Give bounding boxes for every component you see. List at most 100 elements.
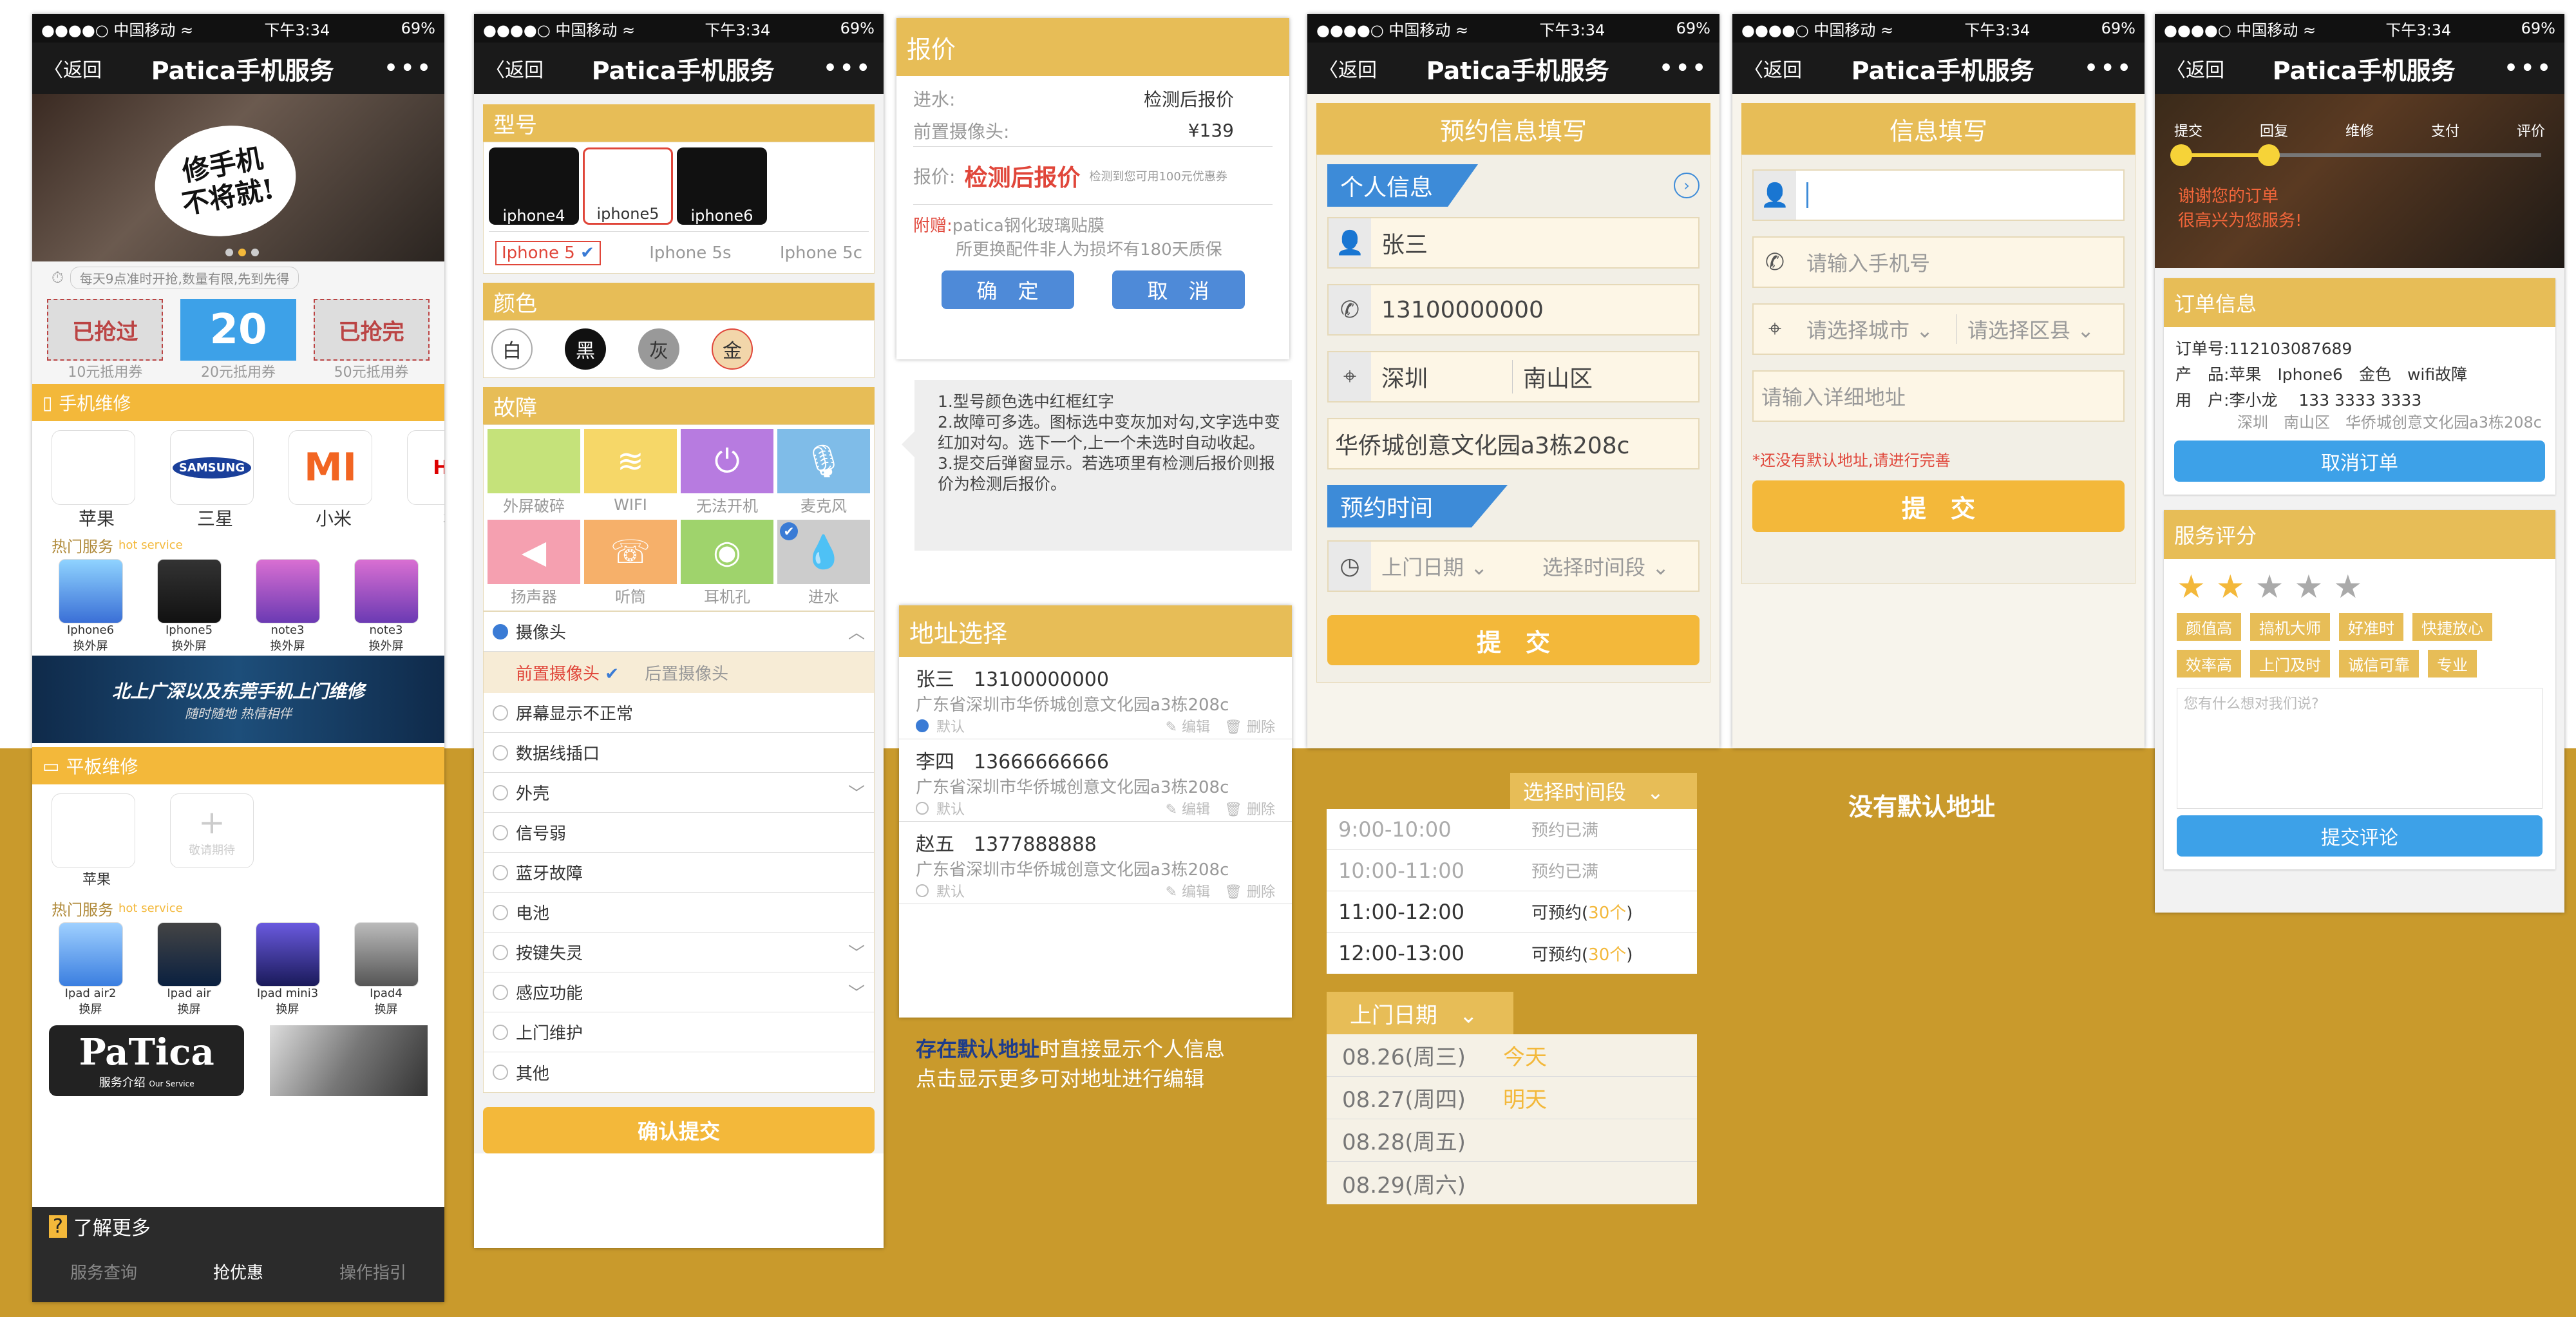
fault-item[interactable]: 其他 (484, 1052, 874, 1092)
chevron-right-circle-icon[interactable]: › (1674, 173, 1700, 198)
trash-icon[interactable]: 🗑 (1224, 719, 1247, 735)
fault-item[interactable]: 数据线插口 (484, 733, 874, 773)
variant-iphone5s[interactable]: Iphone 5s (649, 243, 731, 263)
fault-item[interactable]: 信号弱 (484, 813, 874, 853)
radio-checked[interactable] (916, 719, 929, 732)
name-field[interactable]: 👤 张三 (1327, 217, 1700, 269)
fault-item[interactable]: 外壳 ﹀ (484, 773, 874, 813)
fault-water[interactable]: 💧 ✔ 进水 (777, 520, 870, 607)
delete-label[interactable]: 删除 (1247, 884, 1275, 900)
quote-ok-button[interactable]: 确 定 (941, 270, 1074, 309)
district-select[interactable]: 请选择区县 ⌄ (1957, 314, 2094, 344)
cancel-order-button[interactable]: 取消订单 (2174, 441, 2545, 482)
more-button[interactable]: ••• (822, 53, 872, 83)
camera-rear[interactable]: 后置摄像头 (645, 661, 728, 685)
brand-intro[interactable]: PaTica 服务介绍 Our Service (32, 1019, 444, 1103)
back-button[interactable]: 〈返回 (1319, 54, 1377, 82)
radio[interactable] (916, 884, 929, 897)
date-dropdown-header[interactable]: 上门日期 ⌄ (1327, 992, 1513, 1034)
model-iphone6[interactable]: iphone6 (677, 147, 767, 225)
variant-iphone5[interactable]: Iphone 5 ✔ (495, 241, 601, 265)
delete-label[interactable]: 删除 (1247, 802, 1275, 818)
phone-field[interactable]: ✆ 13100000000 (1327, 284, 1700, 336)
hot-item[interactable]: Ipad air2 换屏 (52, 922, 129, 1019)
fault-item-camera[interactable]: 摄像头 ︿ (484, 612, 874, 652)
edit-label[interactable]: 编辑 (1182, 802, 1210, 818)
date-option[interactable]: 08.27(周四) 明天 (1327, 1077, 1697, 1119)
back-button[interactable]: 〈返回 (44, 54, 102, 82)
more-button[interactable]: ••• (2503, 53, 2553, 83)
color-black[interactable]: 黑 (565, 328, 606, 370)
fault-item[interactable]: 屏幕显示不正常 (484, 693, 874, 733)
delete-label[interactable]: 删除 (1247, 719, 1275, 735)
city-select[interactable]: 请选择城市 ⌄ (1796, 314, 1957, 344)
booking-submit-button[interactable]: 提 交 (1327, 615, 1700, 665)
coupon-50[interactable]: 已抢完 50元抵用券 (313, 299, 430, 381)
fault-wifi[interactable]: ≋ WIFI (584, 429, 677, 516)
fault-item[interactable]: 蓝牙故障 (484, 853, 874, 893)
star-filled-icon[interactable]: ★ (2216, 568, 2245, 605)
hot-item[interactable]: Ipad4 换屏 (348, 922, 425, 1019)
rating-tag[interactable]: 好准时 (2339, 613, 2403, 641)
date-option[interactable]: 08.26(周三) 今天 (1327, 1034, 1697, 1077)
info-submit-button[interactable]: 提 交 (1752, 480, 2125, 532)
hot-item[interactable]: Iphone6 换外屏 (52, 559, 129, 656)
color-gray[interactable]: 灰 (638, 328, 679, 370)
edit-label[interactable]: 编辑 (1182, 719, 1210, 735)
hot-item[interactable]: Ipad air 换屏 (151, 922, 228, 1019)
date-select[interactable]: 上门日期 ⌄ (1371, 551, 1532, 581)
edit-icon[interactable]: ✎ (1166, 719, 1182, 735)
back-button[interactable]: 〈返回 (2166, 54, 2224, 82)
more-button[interactable]: ••• (383, 53, 433, 83)
timeslot-option[interactable]: 11:00-12:00 可预约(30个) (1327, 891, 1697, 933)
address-item[interactable]: 李四 13666666666 广东省深圳市华侨城创意文化园a3栋208c 默认 ✎… (899, 739, 1292, 822)
fault-power[interactable]: ⏻ 无法开机 (681, 429, 773, 516)
radio[interactable] (916, 802, 929, 815)
coupon-10[interactable]: 已抢过 10元抵用券 (47, 299, 164, 381)
star-empty-icon[interactable]: ★ (2294, 568, 2323, 605)
name-input[interactable]: 👤 (1752, 169, 2125, 221)
back-button[interactable]: 〈返回 (486, 54, 544, 82)
fault-headphone[interactable]: ◉ 耳机孔 (681, 520, 773, 607)
hot-item[interactable]: Ipad mini3 换屏 (249, 922, 327, 1019)
trash-icon[interactable]: 🗑 (1224, 884, 1247, 900)
fault-item[interactable]: 感应功能 ﹀ (484, 972, 874, 1012)
rating-tag[interactable]: 搞机大师 (2250, 613, 2330, 641)
model-iphone4[interactable]: iphone4 (489, 147, 579, 225)
brand-huawei[interactable]: HU华 (407, 430, 444, 529)
submit-review-button[interactable]: 提交评论 (2177, 815, 2543, 857)
rating-tag[interactable]: 专业 (2428, 650, 2477, 677)
star-empty-icon[interactable]: ★ (2255, 568, 2284, 605)
address-input[interactable]: 请输入详细地址 (1752, 370, 2125, 422)
edit-icon[interactable]: ✎ (1166, 884, 1182, 900)
address-item[interactable]: 赵五 1377888888 广东省深圳市华侨城创意文化园a3栋208c 默认 ✎ … (899, 822, 1292, 904)
hot-item[interactable]: Iphone5 换外屏 (151, 559, 228, 656)
color-white[interactable]: 白 (491, 328, 533, 370)
fault-speaker[interactable]: ◀ 扬声器 (488, 520, 580, 607)
quote-cancel-button[interactable]: 取 消 (1112, 270, 1245, 309)
address-field[interactable]: 华侨城创意文化园a3栋208c (1327, 418, 1700, 469)
brand-xiaomi[interactable]: MI 小米 (289, 430, 379, 529)
confirm-submit-button[interactable]: 确认提交 (483, 1107, 875, 1153)
star-empty-icon[interactable]: ★ (2333, 568, 2362, 605)
rating-tag[interactable]: 诚信可靠 (2339, 650, 2419, 677)
tablet-brand-apple[interactable]: 苹果 (52, 793, 142, 888)
more-button[interactable]: ••• (1658, 53, 1708, 83)
fault-item[interactable]: 电池 (484, 893, 874, 933)
hot-item[interactable]: note3 换外屏 (348, 559, 425, 656)
fault-item[interactable]: 按键失灵 ﹀ (484, 933, 874, 972)
more-button[interactable]: ••• (2083, 53, 2133, 83)
city-value[interactable]: 深圳 (1371, 360, 1513, 393)
learn-more[interactable]: ? 了解更多 (32, 1207, 444, 1246)
camera-front[interactable]: 前置摄像头 ✔ (516, 661, 619, 685)
brand-samsung[interactable]: SAMSUNG 三星 (170, 430, 260, 529)
ad-banner[interactable]: 北上广深以及东莞手机上门维修 随时随地 热情相伴 (32, 656, 444, 743)
fault-screen[interactable]: 外屏破碎 (488, 429, 580, 516)
phone-input[interactable]: ✆ 请输入手机号 (1752, 236, 2125, 288)
edit-label[interactable]: 编辑 (1182, 884, 1210, 900)
variant-iphone5c[interactable]: Iphone 5c (780, 243, 862, 263)
comment-textarea[interactable]: 您有什么想对我们说? (2177, 688, 2543, 809)
rating-tag[interactable]: 上门及时 (2250, 650, 2330, 677)
city-district-field[interactable]: ⌖ 深圳 南山区 (1327, 351, 1700, 403)
banner[interactable]: 修手机 不将就! (32, 94, 444, 261)
